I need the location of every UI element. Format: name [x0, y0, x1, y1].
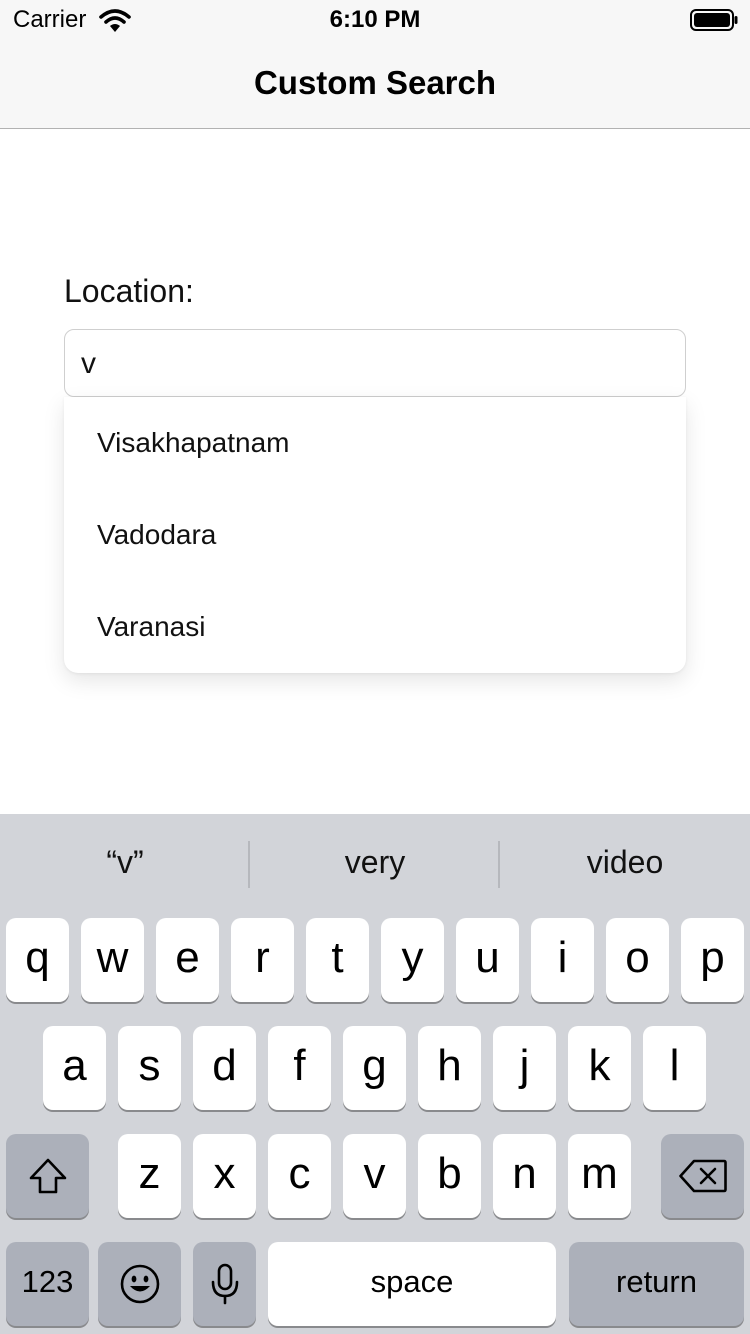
key-q[interactable]: q: [6, 918, 69, 1002]
prediction-item[interactable]: very: [250, 844, 500, 881]
key-e[interactable]: e: [156, 918, 219, 1002]
status-time: 6:10 PM: [329, 6, 421, 33]
location-label: Location:: [64, 273, 194, 309]
shift-key[interactable]: [6, 1134, 89, 1218]
battery-icon: [690, 9, 738, 31]
key-l[interactable]: l: [643, 1026, 706, 1110]
numbers-key[interactable]: 123: [6, 1242, 89, 1326]
emoji-key[interactable]: [98, 1242, 181, 1326]
key-s[interactable]: s: [118, 1026, 181, 1110]
emoji-icon: [120, 1264, 159, 1304]
key-z[interactable]: z: [118, 1134, 181, 1218]
suggestions-dropdown: Visakhapatnam Vadodara Varanasi: [64, 397, 686, 673]
key-m[interactable]: m: [568, 1134, 631, 1218]
status-bar: Carrier 6:10 PM: [0, 0, 750, 40]
suggestion-item[interactable]: Visakhapatnam: [64, 397, 686, 489]
return-key[interactable]: return: [569, 1242, 744, 1326]
key-k[interactable]: k: [568, 1026, 631, 1110]
space-key[interactable]: space: [268, 1242, 556, 1326]
key-o[interactable]: o: [606, 918, 669, 1002]
key-w[interactable]: w: [81, 918, 144, 1002]
key-i[interactable]: i: [531, 918, 594, 1002]
dictation-key[interactable]: [193, 1242, 256, 1326]
shift-icon: [29, 1158, 66, 1194]
backspace-icon: [678, 1159, 727, 1193]
prediction-bar: “v” very video: [0, 814, 750, 914]
key-c[interactable]: c: [268, 1134, 331, 1218]
key-t[interactable]: t: [306, 918, 369, 1002]
location-search-input[interactable]: v: [64, 329, 686, 397]
suggestion-label: Vadodara: [97, 519, 217, 550]
key-x[interactable]: x: [193, 1134, 256, 1218]
key-y[interactable]: y: [381, 918, 444, 1002]
suggestion-label: Varanasi: [97, 611, 206, 642]
key-h[interactable]: h: [418, 1026, 481, 1110]
suggestion-item[interactable]: Varanasi: [64, 581, 686, 673]
microphone-icon: [211, 1263, 238, 1305]
delete-key[interactable]: [661, 1134, 744, 1218]
location-search-value: v: [81, 347, 96, 380]
key-r[interactable]: r: [231, 918, 294, 1002]
key-f[interactable]: f: [268, 1026, 331, 1110]
key-u[interactable]: u: [456, 918, 519, 1002]
navigation-bar: Custom Search: [0, 40, 750, 129]
keyboard: “v” very video q w e r t y u i o p a s d…: [0, 814, 750, 1334]
key-j[interactable]: j: [493, 1026, 556, 1110]
suggestion-label: Visakhapatnam: [97, 427, 290, 458]
key-p[interactable]: p: [681, 918, 744, 1002]
key-g[interactable]: g: [343, 1026, 406, 1110]
suggestion-item[interactable]: Vadodara: [64, 489, 686, 581]
key-d[interactable]: d: [193, 1026, 256, 1110]
key-a[interactable]: a: [43, 1026, 106, 1110]
page-title: Custom Search: [253, 64, 497, 101]
key-n[interactable]: n: [493, 1134, 556, 1218]
prediction-item[interactable]: video: [500, 844, 750, 881]
prediction-item[interactable]: “v”: [0, 844, 250, 881]
key-v[interactable]: v: [343, 1134, 406, 1218]
key-b[interactable]: b: [418, 1134, 481, 1218]
